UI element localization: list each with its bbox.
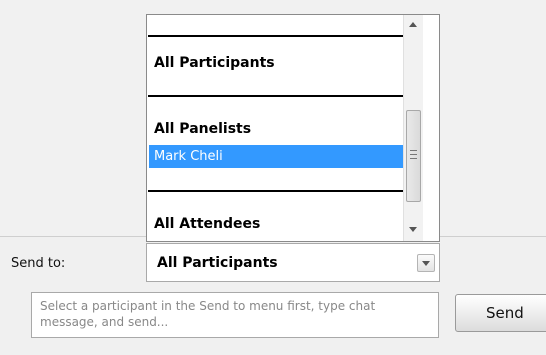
scroll-up-button[interactable] [405, 17, 422, 34]
arrow-down-icon [409, 227, 417, 232]
list-item-all-participants[interactable]: All Participants [149, 52, 404, 75]
send-button[interactable]: Send [455, 294, 546, 332]
chat-message-input[interactable]: Select a participant in the Send to menu… [31, 292, 439, 338]
send-to-label: Send to: [11, 256, 66, 271]
chevron-down-icon [422, 261, 430, 266]
scrollbar-thumb[interactable] [406, 110, 421, 202]
list-scrollbar[interactable] [403, 15, 423, 241]
list-item-mark-cheli[interactable]: Mark Cheli [149, 145, 404, 168]
grip-icon [410, 154, 417, 155]
send-to-selected-value: All Participants [157, 255, 278, 271]
send-to-dropdown[interactable]: All Participants [146, 243, 440, 282]
list-item-all-panelists[interactable]: All Panelists [149, 118, 404, 141]
scroll-down-button[interactable] [405, 221, 422, 238]
list-separator [148, 35, 405, 37]
recipients-list: All Participants All Panelists Mark Chel… [147, 15, 405, 241]
grip-icon [410, 150, 417, 151]
list-separator [148, 95, 405, 97]
arrow-up-icon [409, 22, 417, 27]
recipients-dropdown-list[interactable]: All Participants All Panelists Mark Chel… [146, 14, 440, 242]
list-item-all-attendees[interactable]: All Attendees [149, 213, 404, 236]
grip-icon [410, 158, 417, 159]
dropdown-arrow-button[interactable] [417, 254, 435, 272]
list-separator [148, 190, 405, 192]
